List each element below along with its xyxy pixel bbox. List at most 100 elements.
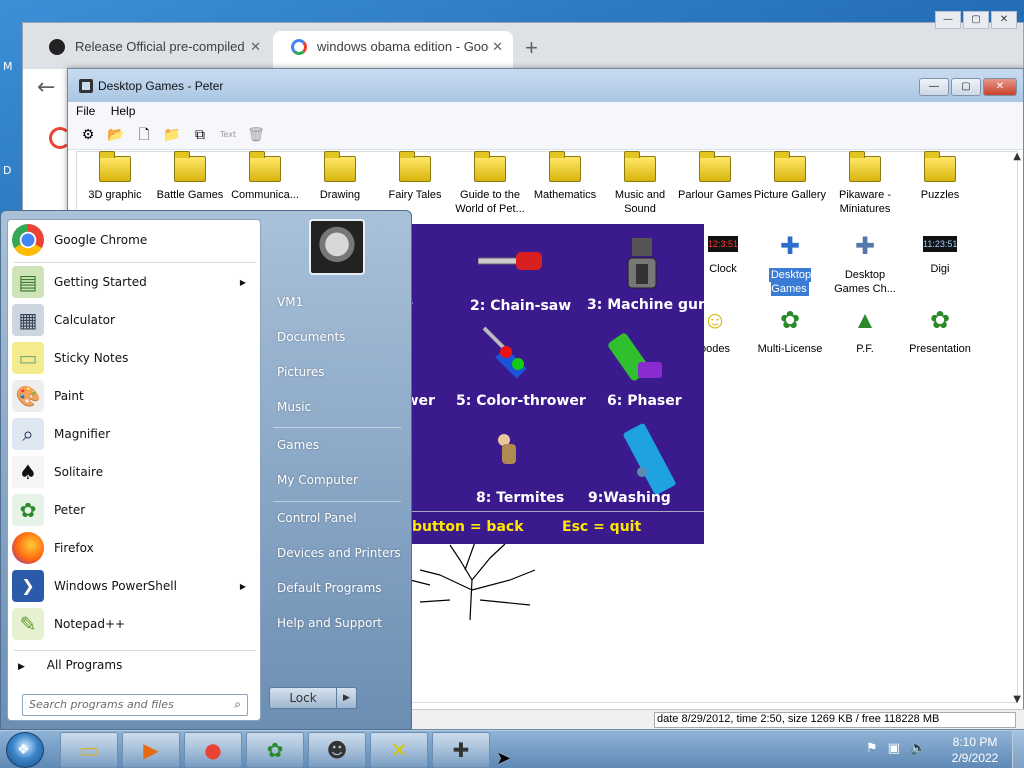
folder-icon [99,151,131,182]
all-programs-button[interactable]: ▶ All Programs [18,658,122,672]
triangle-right-icon: ▶ [18,662,25,672]
lock-button[interactable]: Lock ▶ [269,687,357,709]
program-item[interactable]: ▲ P.F. [827,304,903,356]
status-text: date 8/29/2012, time 2:50, size 1269 KB … [654,712,1016,728]
start-item-powershell[interactable]: ❯ Windows PowerShell ▶ [12,568,256,604]
start-item-paint[interactable]: 🎨 Paint [12,378,256,414]
start-button[interactable]: ❖ [6,732,44,768]
taskbar-desktop-games[interactable]: ✚ [432,732,490,768]
close-button[interactable]: ✕ [991,11,1017,29]
menu-file[interactable]: File [76,104,95,118]
washing-icon[interactable] [620,420,700,500]
volume-icon[interactable]: 🔈 [910,741,926,756]
network-icon[interactable]: ▣ [888,741,900,756]
start-item-label: Magnifier [54,427,111,441]
program-item[interactable]: 11:23:51 Digi [902,230,978,276]
start-item-solitaire[interactable]: ♠ Solitaire [12,454,256,490]
copy-icon[interactable]: ⧉ [190,126,210,144]
trash-icon[interactable]: 🗑 [246,126,266,144]
folder-label: Picture Gallery [753,189,827,201]
close-icon[interactable]: ✕ [492,39,503,55]
folder-icon[interactable]: 📁 [162,126,182,144]
taskbar-explorer[interactable]: ▭ [60,732,118,768]
link-user[interactable]: VM1 [277,295,303,309]
folder-item[interactable]: Parlour Games [677,151,753,202]
title-bar[interactable]: Desktop Games - Peter — ▢ ✕ [68,69,1023,102]
close-icon[interactable]: ✕ [250,39,261,55]
start-item-firefox[interactable]: Firefox [12,530,256,566]
folder-item[interactable]: Battle Games [152,151,228,202]
start-item-peter[interactable]: ✿ Peter [12,492,256,528]
link-my-computer[interactable]: My Computer [277,473,358,487]
tab-title: Release Official pre-compiled ins [75,39,247,54]
folder-item[interactable]: Drawing [302,151,378,202]
rename-icon[interactable]: Text [218,126,238,144]
minimize-button[interactable]: — [919,78,949,96]
maximize-button[interactable]: ▢ [951,78,981,96]
folder-item[interactable]: Puzzles [902,151,978,202]
folder-item[interactable]: Guide to the World of Pet... [452,151,528,216]
link-default-programs[interactable]: Default Programs [277,581,382,595]
folder-icon [774,151,806,182]
start-item-notepadpp[interactable]: ✎ Notepad++ [12,606,256,642]
folder-icon [699,151,731,182]
termites-icon[interactable] [492,430,528,470]
link-games[interactable]: Games [277,438,319,452]
app-icon [78,78,94,94]
maximize-button[interactable]: ▢ [963,11,989,29]
folder-item[interactable]: Fairy Tales [377,151,453,202]
user-picture[interactable] [309,219,365,275]
program-item[interactable]: ✚ Desktop Games Ch... [827,230,903,296]
link-documents[interactable]: Documents [277,330,345,344]
scroll-down-arrow[interactable]: ▼ [1013,694,1021,705]
folder-item[interactable]: Pikaware - Miniatures [827,151,903,216]
machine-gun-icon[interactable] [614,234,674,294]
link-pictures[interactable]: Pictures [277,365,325,379]
taskbar-x-app[interactable]: ✕ [370,732,428,768]
folder-item[interactable]: 3D graphic [77,151,153,202]
start-item-sticky-notes[interactable]: ▭ Sticky Notes [12,340,256,376]
program-item[interactable]: ✚ Desktop Games [752,230,828,296]
folder-icon [924,151,956,182]
taskbar-chrome[interactable]: ● [184,732,242,768]
clock[interactable]: 8:10 PM 2/9/2022 [948,734,1002,766]
link-control-panel[interactable]: Control Panel [277,511,357,525]
action-center-icon[interactable]: ⚑ [866,741,878,756]
phaser-icon[interactable] [608,322,678,392]
open-folder-icon[interactable]: 📂 [106,126,126,144]
folder-item[interactable]: Mathematics [527,151,603,202]
link-devices-printers[interactable]: Devices and Printers [277,546,401,560]
program-item[interactable]: ✿ Presentation [902,304,978,356]
folder-icon [399,151,431,182]
menu-help[interactable]: Help [111,104,136,118]
taskbar-alien[interactable]: ☻ [308,732,366,768]
show-desktop-button[interactable] [1012,731,1024,768]
shutdown-options-arrow[interactable]: ▶ [336,688,356,708]
chain-saw-icon[interactable] [478,246,548,276]
start-item-getting-started[interactable]: ▤ Getting Started ▶ [12,264,256,300]
folder-item[interactable]: Picture Gallery [752,151,828,202]
link-help-support[interactable]: Help and Support [277,616,382,630]
taskbar-media-player[interactable]: ▶ [122,732,180,768]
network-icon[interactable]: ⚙ [78,126,98,144]
taskbar-peter[interactable]: ✿ [246,732,304,768]
close-button[interactable]: ✕ [983,78,1017,96]
chrome-tab-1[interactable]: Release Official pre-compiled ins ✕ [31,31,271,69]
start-item-magnifier[interactable]: ⌕ Magnifier [12,416,256,452]
search-input[interactable]: Search programs and files ⌕ [22,694,248,716]
minimize-button[interactable]: — [935,11,961,29]
github-icon [49,39,65,55]
color-thrower-icon[interactable] [476,322,546,392]
start-item-calculator[interactable]: ▦ Calculator [12,302,256,338]
back-arrow-icon[interactable]: ← [37,75,55,100]
new-tab-button[interactable]: + [525,35,538,61]
new-file-icon[interactable]: 🗋 [134,126,154,144]
program-item[interactable]: ✿ Multi-License [752,304,828,356]
link-music[interactable]: Music [277,400,311,414]
folder-item[interactable]: Communica... [227,151,303,202]
program-label: Desktop Games Ch... [834,269,896,295]
scroll-up-arrow[interactable]: ▲ [1013,151,1021,162]
start-item-google-chrome[interactable]: Google Chrome [12,222,256,258]
folder-item[interactable]: Music and Sound [602,151,678,216]
chrome-tab-2[interactable]: windows obama edition - Google ✕ [273,31,513,69]
